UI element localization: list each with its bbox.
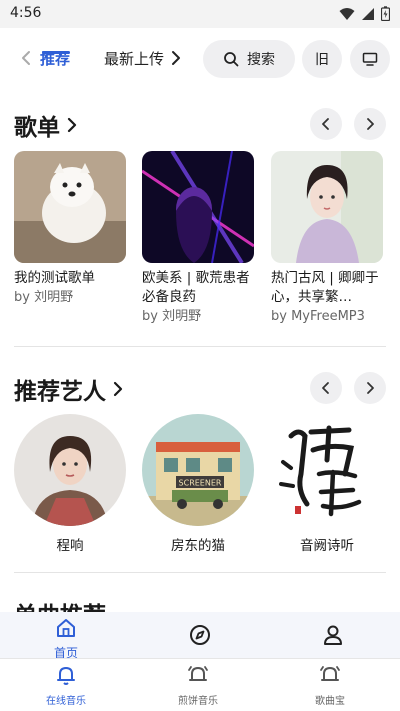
playlist-cover-dog — [14, 151, 126, 263]
chevron-left-icon — [322, 118, 329, 130]
tab-qianqian-music[interactable]: 煎饼音乐 — [158, 664, 238, 707]
status-time: 4:56 — [10, 5, 42, 21]
playlist-author: by 刘明野 — [142, 309, 202, 324]
artists-section-title[interactable]: 推荐艺人 — [14, 372, 124, 406]
app-bottom-nav: 首页 — [0, 612, 400, 661]
playlist-cover-neon — [142, 151, 254, 263]
tab-online-music-label: 在线音乐 — [46, 696, 86, 707]
tab-latest-upload[interactable]: 最新上传 — [104, 48, 166, 69]
artists-next-button[interactable] — [354, 372, 386, 404]
playlist-title: 我的测试歌单 — [14, 270, 95, 286]
playlists-prev-button[interactable] — [310, 108, 342, 140]
chevron-right-icon — [67, 117, 77, 133]
old-version-button[interactable]: 旧 — [302, 40, 342, 78]
artists-title: 推荐艺人 — [14, 379, 106, 405]
user-icon — [324, 625, 342, 645]
top-tab-row: 推荐 最新上传 搜索 旧 — [0, 36, 400, 82]
chevron-left-icon[interactable] — [18, 46, 34, 70]
monitor-icon — [362, 52, 378, 66]
tab-online-music[interactable]: 在线音乐 — [26, 664, 106, 707]
search-label: 搜索 — [247, 52, 275, 68]
nav-discover[interactable] — [170, 624, 230, 650]
tab-lyrics-label: 歌曲宝 — [315, 696, 345, 707]
alarm-bell-icon — [188, 666, 208, 681]
search-button[interactable]: 搜索 — [203, 40, 295, 78]
section-divider — [14, 572, 386, 573]
artist-card[interactable]: 音阙诗听 — [271, 414, 383, 554]
chevron-right-icon — [367, 382, 374, 394]
host-bottom-bar: 在线音乐 煎饼音乐 歌曲宝 — [0, 658, 400, 711]
artist-card[interactable]: SCREENER 房东的猫 — [142, 414, 254, 554]
playlist-card[interactable]: 热门古风 | 卿卿于心，共享繁… by MyFreeMP3 — [271, 151, 383, 326]
screen-button[interactable] — [350, 40, 390, 78]
artist-name: 程响 — [56, 538, 84, 554]
playlists-next-button[interactable] — [354, 108, 386, 140]
playlists-section-title[interactable]: 歌单 — [14, 108, 78, 142]
signal-icon — [362, 7, 374, 20]
artist-avatar — [14, 414, 126, 526]
nav-home[interactable]: 首页 — [36, 618, 96, 661]
tab-active-indicator — [42, 51, 70, 54]
chevron-right-icon — [367, 118, 374, 130]
wifi-icon — [339, 7, 355, 20]
playlist-cover-guofeng — [271, 151, 383, 263]
playlist-author: by 刘明野 — [14, 290, 74, 305]
search-icon — [224, 52, 239, 67]
playlist-title: 欧美系 | 歌荒患者必备良药 — [142, 270, 250, 305]
playlist-author: by MyFreeMP3 — [271, 309, 365, 324]
bell-icon — [57, 667, 75, 685]
artist-name: 音阙诗听 — [300, 538, 354, 554]
chevron-left-icon — [322, 382, 329, 394]
chevron-right-icon[interactable] — [168, 46, 184, 70]
artist-avatar-calligraphy — [271, 414, 383, 526]
artist-avatar: SCREENER — [142, 414, 254, 526]
home-icon — [57, 619, 75, 637]
artists-prev-button[interactable] — [310, 372, 342, 404]
playlists-title: 歌单 — [14, 115, 60, 141]
status-icons — [339, 6, 390, 21]
tab-qianqian-label: 煎饼音乐 — [178, 696, 218, 707]
compass-icon — [190, 625, 210, 645]
tab-lyrics-treasure[interactable]: 歌曲宝 — [290, 664, 370, 707]
nav-profile[interactable] — [303, 624, 363, 650]
artist-card[interactable]: 程响 — [14, 414, 126, 554]
screener-sign: SCREENER — [179, 479, 222, 488]
chevron-right-icon — [113, 381, 123, 397]
status-bar: 4:56 — [0, 0, 400, 28]
section-divider — [14, 346, 386, 347]
alarm-bell-icon — [320, 666, 340, 681]
battery-icon — [381, 6, 390, 21]
playlist-title: 热门古风 | 卿卿于心，共享繁… — [271, 270, 379, 305]
playlist-card[interactable]: 我的测试歌单 by 刘明野 — [14, 151, 126, 307]
artist-name: 房东的猫 — [171, 538, 225, 554]
playlist-card[interactable]: 欧美系 | 歌荒患者必备良药 by 刘明野 — [142, 151, 254, 326]
